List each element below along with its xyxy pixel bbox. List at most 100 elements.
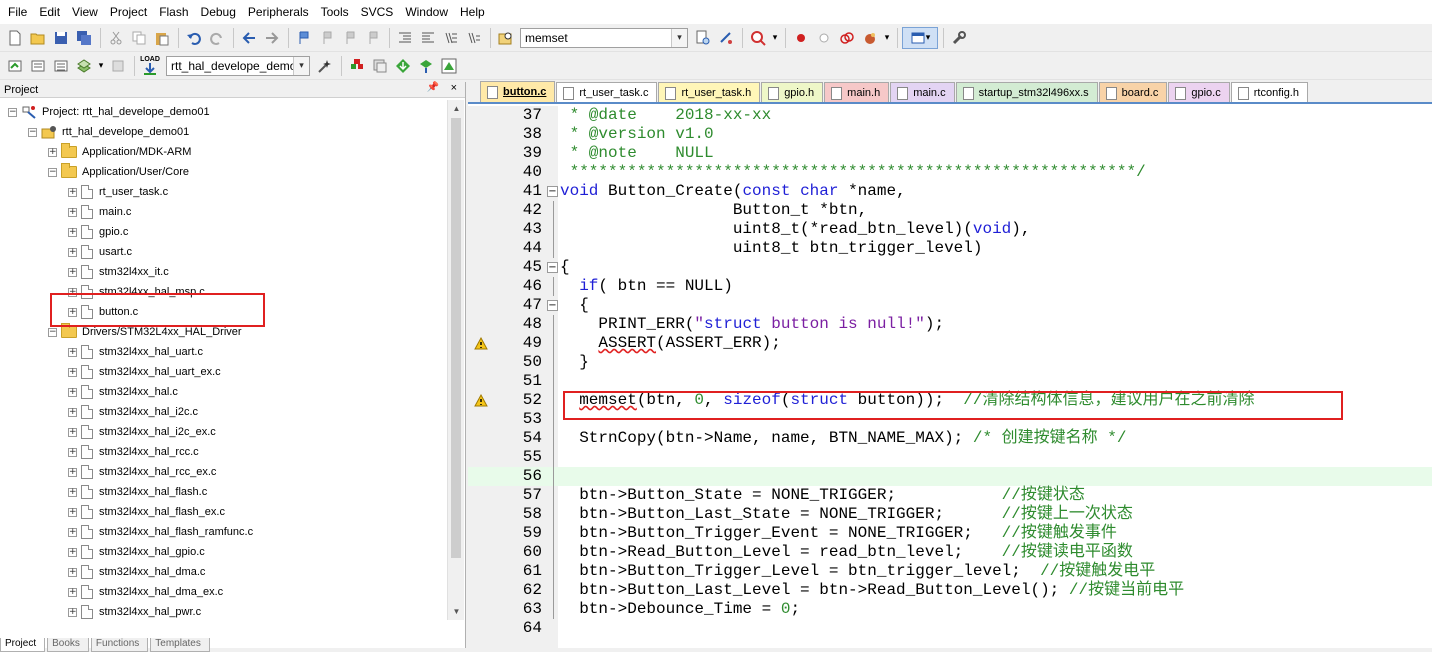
uncomment-icon[interactable] xyxy=(463,27,485,49)
editor-tab[interactable]: gpio.c xyxy=(1168,82,1230,102)
run-time-environment-icon[interactable] xyxy=(438,55,460,77)
nav-forward-icon[interactable] xyxy=(261,27,283,49)
code-line[interactable]: 59 btn->Button_Trigger_Event = NONE_TRIG… xyxy=(468,524,1432,543)
tree-file-item[interactable]: + stm32l4xx_hal_rcc_ex.c xyxy=(68,462,216,482)
code-line[interactable]: 54 StrnCopy(btn->Name, name, BTN_NAME_MA… xyxy=(468,429,1432,448)
code-line[interactable]: 45−{ xyxy=(468,258,1432,277)
tree-file-item[interactable]: + stm32l4xx_hal_flash_ex.c xyxy=(68,502,225,522)
expand-icon[interactable]: + xyxy=(68,407,77,417)
load-download-icon[interactable]: LOAD xyxy=(139,55,161,77)
target-select[interactable]: rtt_hal_develope_demo0 ▾ xyxy=(166,55,310,76)
tree-group[interactable]: + Application/MDK-ARM xyxy=(48,142,191,162)
menu-file[interactable]: File xyxy=(2,0,33,24)
tree-file-item[interactable]: + stm32l4xx_hal_rcc.c xyxy=(68,442,199,462)
pack-installer-icon[interactable] xyxy=(392,55,414,77)
target-options-icon[interactable] xyxy=(314,55,336,77)
code-line[interactable]: 62 btn->Button_Last_Level = btn->Read_Bu… xyxy=(468,581,1432,600)
find-in-files-icon[interactable] xyxy=(495,27,517,49)
code-line[interactable]: 64 xyxy=(468,619,1432,638)
batch-build-icon[interactable] xyxy=(73,55,95,77)
insert-breakpoint-icon[interactable] xyxy=(790,27,812,49)
stop-build-icon[interactable] xyxy=(107,55,129,77)
menu-window[interactable]: Window xyxy=(399,0,454,24)
pin-icon[interactable]: 📌 xyxy=(427,82,439,93)
tree-file-item[interactable]: + gpio.c xyxy=(68,222,128,242)
find-combo[interactable]: memset ▾ xyxy=(520,27,688,48)
expand-icon[interactable]: + xyxy=(68,347,77,357)
code-line[interactable]: 56 xyxy=(468,467,1432,486)
code-line[interactable]: 48 PRINT_ERR("struct button is null!"); xyxy=(468,315,1432,334)
scrollbar-thumb[interactable] xyxy=(451,118,461,558)
menu-tools[interactable]: Tools xyxy=(315,0,355,24)
chevron-down-icon[interactable]: ▾ xyxy=(96,55,106,77)
manage-components-icon[interactable] xyxy=(415,55,437,77)
cut-icon[interactable] xyxy=(105,27,127,49)
editor-tab[interactable]: main.h xyxy=(824,82,890,102)
code-line[interactable]: 41− void Button_Create(const char *name, xyxy=(468,182,1432,201)
fold-toggle-icon[interactable]: − xyxy=(547,300,558,311)
tree-file-item[interactable]: + stm32l4xx_hal_flash_ramfunc.c xyxy=(68,522,253,542)
tree-file-item[interactable]: + stm32l4xx_hal_i2c_ex.c xyxy=(68,422,216,442)
comment-icon[interactable] xyxy=(440,27,462,49)
find-icon[interactable] xyxy=(692,27,714,49)
expand-icon[interactable]: + xyxy=(68,207,77,217)
menu-debug[interactable]: Debug xyxy=(195,0,242,24)
prev-bookmark-icon[interactable] xyxy=(316,27,338,49)
kill-breakpoints-icon[interactable] xyxy=(859,27,881,49)
code-line[interactable]: 49 ASSERT(ASSERT_ERR); xyxy=(468,334,1432,353)
editor-tab[interactable]: rt_user_task.h xyxy=(658,82,761,102)
replace-icon[interactable] xyxy=(715,27,737,49)
menu-view[interactable]: View xyxy=(66,0,104,24)
expand-icon[interactable]: + xyxy=(68,467,77,477)
panel-tab-templates[interactable]: Templates xyxy=(150,638,210,652)
expand-icon[interactable]: + xyxy=(68,247,77,257)
code-line[interactable]: 37 * @date 2018-xx-xx xyxy=(468,106,1432,125)
code-line[interactable]: 61 btn->Button_Trigger_Level = btn_trigg… xyxy=(468,562,1432,581)
code-line[interactable]: 39 * @note NULL xyxy=(468,144,1432,163)
project-tree-scrollbar[interactable]: ▲ ▼ xyxy=(447,100,464,620)
menu-project[interactable]: Project xyxy=(104,0,153,24)
menu-flash[interactable]: Flash xyxy=(153,0,194,24)
rebuild-icon[interactable] xyxy=(50,55,72,77)
tree-file-item[interactable]: + usart.c xyxy=(68,242,132,262)
editor-tab[interactable]: board.c xyxy=(1098,82,1168,102)
code-line[interactable]: 58 btn->Button_Last_State = NONE_TRIGGER… xyxy=(468,505,1432,524)
disable-breakpoints-icon[interactable] xyxy=(836,27,858,49)
expand-icon[interactable]: + xyxy=(68,487,77,497)
scroll-down-icon[interactable]: ▼ xyxy=(448,603,465,620)
tree-file-item[interactable]: + main.c xyxy=(68,202,131,222)
tree-file-item[interactable]: + stm32l4xx_hal.c xyxy=(68,382,178,402)
open-folder-icon[interactable] xyxy=(27,27,49,49)
code-line[interactable]: 51 xyxy=(468,372,1432,391)
tree-file-item[interactable]: + stm32l4xx_hal_flash.c xyxy=(68,482,207,502)
incremental-find-icon[interactable] xyxy=(747,27,769,49)
copy-icon[interactable] xyxy=(128,27,150,49)
code-line[interactable]: 47− { xyxy=(468,296,1432,315)
expand-icon[interactable]: + xyxy=(68,267,77,277)
code-line[interactable]: 57 btn->Button_State = NONE_TRIGGER; //按… xyxy=(468,486,1432,505)
unindent-icon[interactable] xyxy=(417,27,439,49)
paste-icon[interactable] xyxy=(151,27,173,49)
translate-icon[interactable] xyxy=(4,55,26,77)
window-layout-icon[interactable]: ▾ xyxy=(902,26,938,49)
tree-file-item[interactable]: + stm32l4xx_hal_uart_ex.c xyxy=(68,362,221,382)
chevron-down-icon[interactable]: ▾ xyxy=(293,56,309,75)
redo-icon[interactable] xyxy=(206,27,228,49)
panel-tab-project[interactable]: Project xyxy=(0,638,46,652)
editor-tab[interactable]: startup_stm32l496xx.s xyxy=(955,82,1098,102)
editor-tab[interactable]: main.c xyxy=(890,82,955,102)
menu-help[interactable]: Help xyxy=(454,0,491,24)
code-line[interactable]: 43 uint8_t(*read_btn_level)(void), xyxy=(468,220,1432,239)
save-icon[interactable] xyxy=(50,27,72,49)
wrench-icon[interactable] xyxy=(948,27,970,49)
warning-icon[interactable] xyxy=(474,336,488,350)
scroll-up-icon[interactable]: ▲ xyxy=(448,100,465,117)
expand-icon[interactable]: + xyxy=(68,187,77,197)
tree-file-item[interactable]: + stm32l4xx_hal_pwr.c xyxy=(68,602,201,620)
close-icon[interactable]: × xyxy=(451,82,457,94)
expand-icon[interactable]: + xyxy=(68,387,77,397)
code-line[interactable]: 38 * @version v1.0 xyxy=(468,125,1432,144)
save-all-icon[interactable] xyxy=(73,27,95,49)
tree-file-item[interactable]: + stm32l4xx_it.c xyxy=(68,262,169,282)
code-line[interactable]: 40 *************************************… xyxy=(468,163,1432,182)
